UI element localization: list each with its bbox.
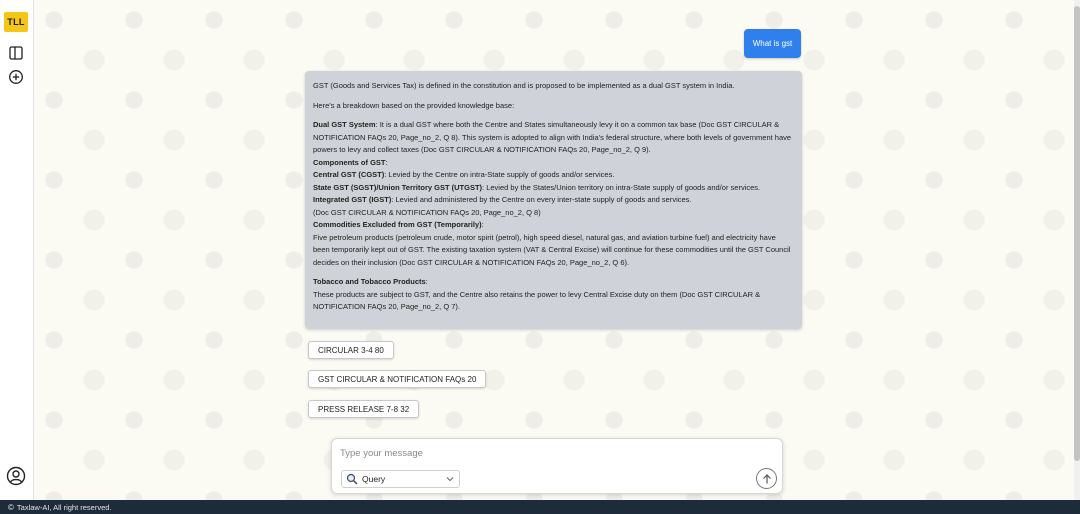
source-chip[interactable]: PRESS RELEASE 7-8 32: [308, 400, 420, 418]
new-chat-icon[interactable]: [8, 69, 24, 85]
cgst-text: : Levied by the Centre on intra-State su…: [384, 170, 615, 179]
answer-tobacco-text: These products are subject to GST, and t…: [313, 289, 761, 312]
message-composer: Query: [331, 438, 783, 494]
source-chip[interactable]: CIRCULAR 3-4 80: [308, 341, 394, 359]
scrollbar-track[interactable]: [1074, 0, 1080, 500]
answer-dual-gst: Dual GST System: It is a dual GST where …: [313, 119, 794, 157]
answer-igst: Integrated GST (IGST): Levied and admini…: [313, 194, 794, 207]
search-icon: [346, 473, 358, 485]
dual-gst-text: : It is a dual GST where both the Centre…: [313, 120, 792, 154]
mode-select-label: Query: [362, 474, 386, 484]
excluded-title: Commodities Excluded from GST (Temporari…: [313, 220, 482, 229]
answer-cgst: Central GST (CGST): Levied by the Centre…: [313, 169, 794, 182]
send-button[interactable]: [756, 468, 777, 489]
scrollbar-thumb[interactable]: [1074, 6, 1080, 461]
footer: © Taxlaw-AI, All right reserved.: [0, 500, 1080, 514]
mode-select[interactable]: Query: [341, 470, 460, 488]
components-title: Components of GST: [313, 157, 386, 167]
message-input[interactable]: [338, 445, 722, 461]
answer-intro: GST (Goods and Services Tax) is defined …: [313, 81, 735, 90]
panel-toggle-icon[interactable]: [8, 45, 24, 61]
answer-excluded: Commodities Excluded from GST (Temporari…: [313, 219, 794, 232]
source-chip[interactable]: GST CIRCULAR & NOTIFICATION FAQs 20: [308, 370, 487, 388]
user-message: What is gst: [744, 29, 801, 58]
assistant-answer: GST (Goods and Services Tax) is defined …: [305, 71, 802, 329]
sidebar: TLL: [0, 0, 34, 500]
answer-excluded-text: Five petroleum products (petroleum crude…: [313, 232, 791, 267]
user-profile-icon[interactable]: [6, 466, 26, 486]
copyright-icon: ©: [8, 502, 14, 512]
answer-breakdown-intro: Here's a breakdown based on the provided…: [313, 100, 515, 110]
answer-igst-ref: (Doc GST CIRCULAR & NOTIFICATION FAQs 20…: [313, 207, 541, 217]
answer-sgst: State GST (SGST)/Union Territory GST (UT…: [313, 182, 794, 195]
dual-gst-title: Dual GST System: [313, 120, 376, 129]
chevron-down-icon: [446, 477, 454, 482]
igst-title: Integrated GST (IGST): [313, 195, 392, 204]
sgst-text: : Levied by the States/Union territory o…: [482, 182, 761, 192]
answer-tobacco: Tobacco and Tobacco Products:: [313, 276, 794, 289]
arrow-up-icon: [762, 473, 771, 483]
excluded-colon: :: [481, 220, 484, 229]
app-logo[interactable]: TLL: [4, 12, 28, 32]
igst-text: : Levied and administered by the Centre …: [391, 195, 692, 204]
tobacco-title: Tobacco and Tobacco Products: [313, 277, 426, 286]
components-colon: :: [385, 157, 388, 167]
sgst-title: State GST (SGST)/Union Territory GST (UT…: [313, 182, 483, 192]
footer-text: Taxlaw-AI, All right reserved.: [16, 502, 112, 512]
tobacco-colon: :: [425, 277, 428, 286]
cgst-title: Central GST (CGST): [313, 170, 385, 179]
answer-components: Components of GST:: [313, 157, 794, 170]
